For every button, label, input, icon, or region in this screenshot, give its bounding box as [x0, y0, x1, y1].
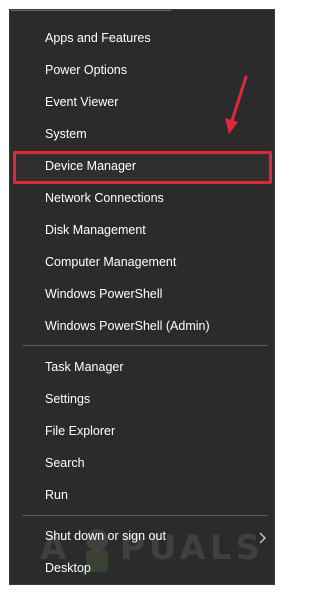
menu-top-accent: [11, 10, 171, 11]
menu-item-run[interactable]: Run: [45, 487, 68, 503]
menu-item-settings[interactable]: Settings: [45, 391, 90, 407]
menu-item-apps-and-features[interactable]: Apps and Features: [45, 30, 151, 46]
menu-item-task-manager[interactable]: Task Manager: [45, 359, 124, 375]
menu-item-disk-management[interactable]: Disk Management: [45, 222, 146, 238]
menu-item-event-viewer[interactable]: Event Viewer: [45, 94, 118, 110]
menu-item-power-options[interactable]: Power Options: [45, 62, 127, 78]
annotation-arrow-icon: [225, 75, 248, 134]
menu-item-computer-management[interactable]: Computer Management: [45, 254, 176, 270]
menu-divider: [22, 345, 268, 346]
chevron-right-icon: [259, 532, 266, 544]
menu-item-windows-powershell-admin[interactable]: Windows PowerShell (Admin): [45, 318, 210, 334]
menu-item-file-explorer[interactable]: File Explorer: [45, 423, 115, 439]
menu-item-shut-down-or-sign-out[interactable]: Shut down or sign out: [45, 528, 166, 544]
menu-item-network-connections[interactable]: Network Connections: [45, 190, 164, 206]
menu-item-windows-powershell[interactable]: Windows PowerShell: [45, 286, 162, 302]
menu-item-desktop[interactable]: Desktop: [45, 560, 91, 576]
menu-item-search[interactable]: Search: [45, 455, 85, 471]
menu-divider: [22, 515, 268, 516]
menu-item-device-manager[interactable]: Device Manager: [45, 158, 136, 174]
menu-item-system[interactable]: System: [45, 126, 87, 142]
